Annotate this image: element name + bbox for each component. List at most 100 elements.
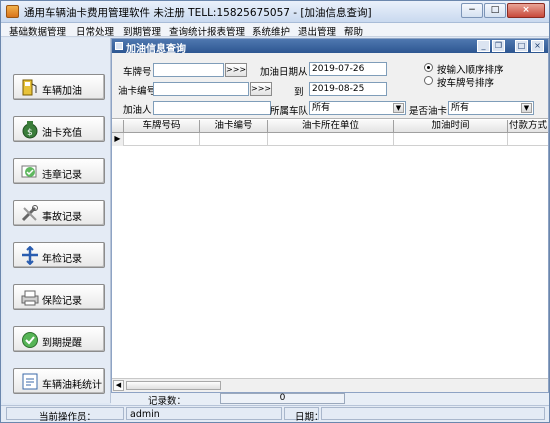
col-payment[interactable]: 付款方式 — [508, 120, 548, 133]
close-button[interactable]: × — [507, 3, 545, 18]
child-close-button[interactable]: × — [531, 40, 544, 52]
sidebar-statistics-button[interactable]: 车辆油耗统计 — [13, 368, 105, 394]
col-fuel-time[interactable]: 加油时间 — [394, 120, 508, 133]
fueler-label: 加油人 — [123, 105, 152, 116]
sidebar-statistics-label: 车辆油耗统计 — [42, 380, 102, 391]
fleet-label: 所属车队 — [270, 106, 309, 117]
money-bag-icon: $ — [22, 121, 38, 139]
sidebar-violation-label: 违章记录 — [42, 170, 82, 181]
date-from-input[interactable] — [309, 62, 387, 76]
plate-input[interactable] — [153, 63, 224, 77]
sort-by-plate-label: 按车牌号排序 — [437, 78, 495, 89]
sidebar-violation-button[interactable]: 违章记录 — [13, 158, 105, 184]
menu-system[interactable]: 系统维护 — [252, 24, 290, 38]
sidebar-inspection-button[interactable]: 年检记录 — [13, 242, 105, 268]
sidebar-insurance-label: 保险记录 — [42, 296, 82, 307]
fuel-pump-icon — [22, 79, 37, 96]
sidebar-fuel-label: 车辆加油 — [42, 86, 82, 97]
records-grid: 车牌号码 油卡编号 油卡所在单位 加油时间 付款方式 ▶ — [112, 120, 548, 378]
child-window-fuel-query: 加油信息查询 _ ❐ □ × 车牌号 >>> 油卡编号 >>> 加油人 加油日期… — [111, 38, 549, 393]
scroll-thumb[interactable] — [126, 381, 221, 390]
plate-select-button[interactable]: >>> — [225, 63, 247, 77]
card-select-button[interactable]: >>> — [250, 82, 272, 96]
operator-label: 当前操作员： — [39, 412, 97, 423]
table-cell[interactable] — [124, 133, 200, 146]
records-count: 0 — [220, 393, 345, 404]
menu-daily[interactable]: 日常处理 — [76, 24, 114, 38]
table-cell[interactable] — [200, 133, 268, 146]
maximize-button[interactable]: □ — [484, 3, 506, 18]
menu-reports[interactable]: 查询统计报表管理 — [169, 24, 245, 38]
operator-value: admin — [130, 409, 160, 420]
use-card-select[interactable]: 所有 ▼ — [448, 101, 534, 115]
app-icon — [6, 5, 19, 18]
app-window: 通用车辆油卡费用管理软件 未注册 TELL:15825675057 - [加油信… — [0, 0, 550, 423]
insurance-printer-icon — [21, 290, 39, 306]
operator-value-cell: admin — [126, 407, 282, 420]
fleet-select-value: 所有 — [312, 103, 331, 113]
child-minimize-button[interactable]: _ — [477, 40, 490, 52]
statistics-icon — [22, 373, 38, 390]
menu-bar: 基础数据管理 日常处理 到期管理 查询统计报表管理 系统维护 退出管理 帮助 — [1, 23, 549, 38]
row-indicator-icon: ▶ — [112, 133, 124, 146]
date-label: 日期： — [295, 412, 324, 423]
date-label-cell: 日期： — [284, 407, 324, 423]
sidebar-accident-button[interactable]: 事故记录 — [13, 200, 105, 226]
sidebar-reminder-button[interactable]: 到期提醒 — [13, 326, 105, 352]
use-card-label: 是否油卡 — [409, 106, 448, 117]
card-label: 油卡编号 — [118, 86, 157, 97]
sidebar-insurance-button[interactable]: 保险记录 — [13, 284, 105, 310]
sidebar-recharge-label: 油卡充值 — [42, 128, 82, 139]
reminder-icon — [22, 332, 38, 348]
plate-label: 车牌号 — [123, 67, 152, 78]
title-bar: 通用车辆油卡费用管理软件 未注册 TELL:15825675057 - [加油信… — [1, 1, 549, 23]
sidebar-reminder-label: 到期提醒 — [42, 338, 82, 349]
records-status-bar: 记录数： 0 — [111, 393, 549, 407]
scroll-left-icon[interactable]: ◀ — [113, 380, 124, 391]
date-to-label: 到 — [294, 87, 304, 98]
violation-icon — [21, 165, 37, 178]
menu-help[interactable]: 帮助 — [344, 24, 363, 38]
minimize-button[interactable]: − — [461, 3, 483, 18]
date-value-cell — [321, 407, 545, 420]
menu-exit[interactable]: 退出管理 — [298, 24, 336, 38]
child-maximize-button[interactable]: □ — [515, 40, 528, 52]
child-window-icon — [115, 42, 123, 50]
fueler-input[interactable] — [153, 101, 271, 115]
sort-by-input-order-radio[interactable] — [424, 63, 433, 72]
svg-text:$: $ — [27, 128, 33, 138]
use-card-select-value: 所有 — [451, 103, 470, 113]
date-from-label: 加油日期从 — [260, 67, 308, 78]
child-restore-button[interactable]: ❐ — [492, 40, 505, 52]
col-plate[interactable]: 车牌号码 — [124, 120, 200, 133]
bottom-status-bar: 当前操作员： admin 日期： — [1, 405, 549, 423]
sidebar-accident-label: 事故记录 — [42, 212, 82, 223]
sort-by-plate-radio[interactable] — [424, 76, 433, 85]
sidebar-fuel-button[interactable]: 车辆加油 — [13, 74, 105, 100]
operator-label-cell: 当前操作员： — [6, 407, 124, 423]
menu-expiry[interactable]: 到期管理 — [123, 24, 161, 38]
card-input[interactable] — [153, 82, 249, 96]
sidebar: 车辆加油 $ 油卡充值 违章记录 事故记录 年检记录 保险记录 到期提醒 车辆油 — [3, 38, 111, 403]
date-to-input[interactable] — [309, 82, 387, 96]
menu-basic-data[interactable]: 基础数据管理 — [9, 24, 66, 38]
grid-corner — [112, 120, 124, 133]
col-card[interactable]: 油卡编号 — [200, 120, 268, 133]
query-form: 车牌号 >>> 油卡编号 >>> 加油人 加油日期从 到 所属车队 所有 ▼ 是… — [112, 53, 548, 119]
sort-by-input-order-label: 按输入顺序排序 — [437, 65, 504, 76]
sidebar-recharge-button[interactable]: $ 油卡充值 — [13, 116, 105, 142]
grid-header: 车牌号码 油卡编号 油卡所在单位 加油时间 付款方式 — [112, 120, 548, 133]
window-title: 通用车辆油卡费用管理软件 未注册 TELL:15825675057 - [加油信… — [24, 7, 372, 19]
table-cell[interactable] — [508, 133, 548, 146]
sidebar-inspection-label: 年检记录 — [42, 254, 82, 265]
table-cell[interactable] — [268, 133, 394, 146]
horizontal-scrollbar[interactable]: ◀ — [112, 378, 548, 392]
fleet-select[interactable]: 所有 ▼ — [309, 101, 406, 115]
table-row[interactable]: ▶ — [112, 133, 548, 146]
child-title-bar: 加油信息查询 _ ❐ □ × — [112, 39, 548, 55]
table-cell[interactable] — [394, 133, 508, 146]
col-card-unit[interactable]: 油卡所在单位 — [268, 120, 394, 133]
chevron-down-icon: ▼ — [521, 103, 532, 113]
inspection-icon — [22, 246, 38, 265]
chevron-down-icon: ▼ — [393, 103, 404, 113]
